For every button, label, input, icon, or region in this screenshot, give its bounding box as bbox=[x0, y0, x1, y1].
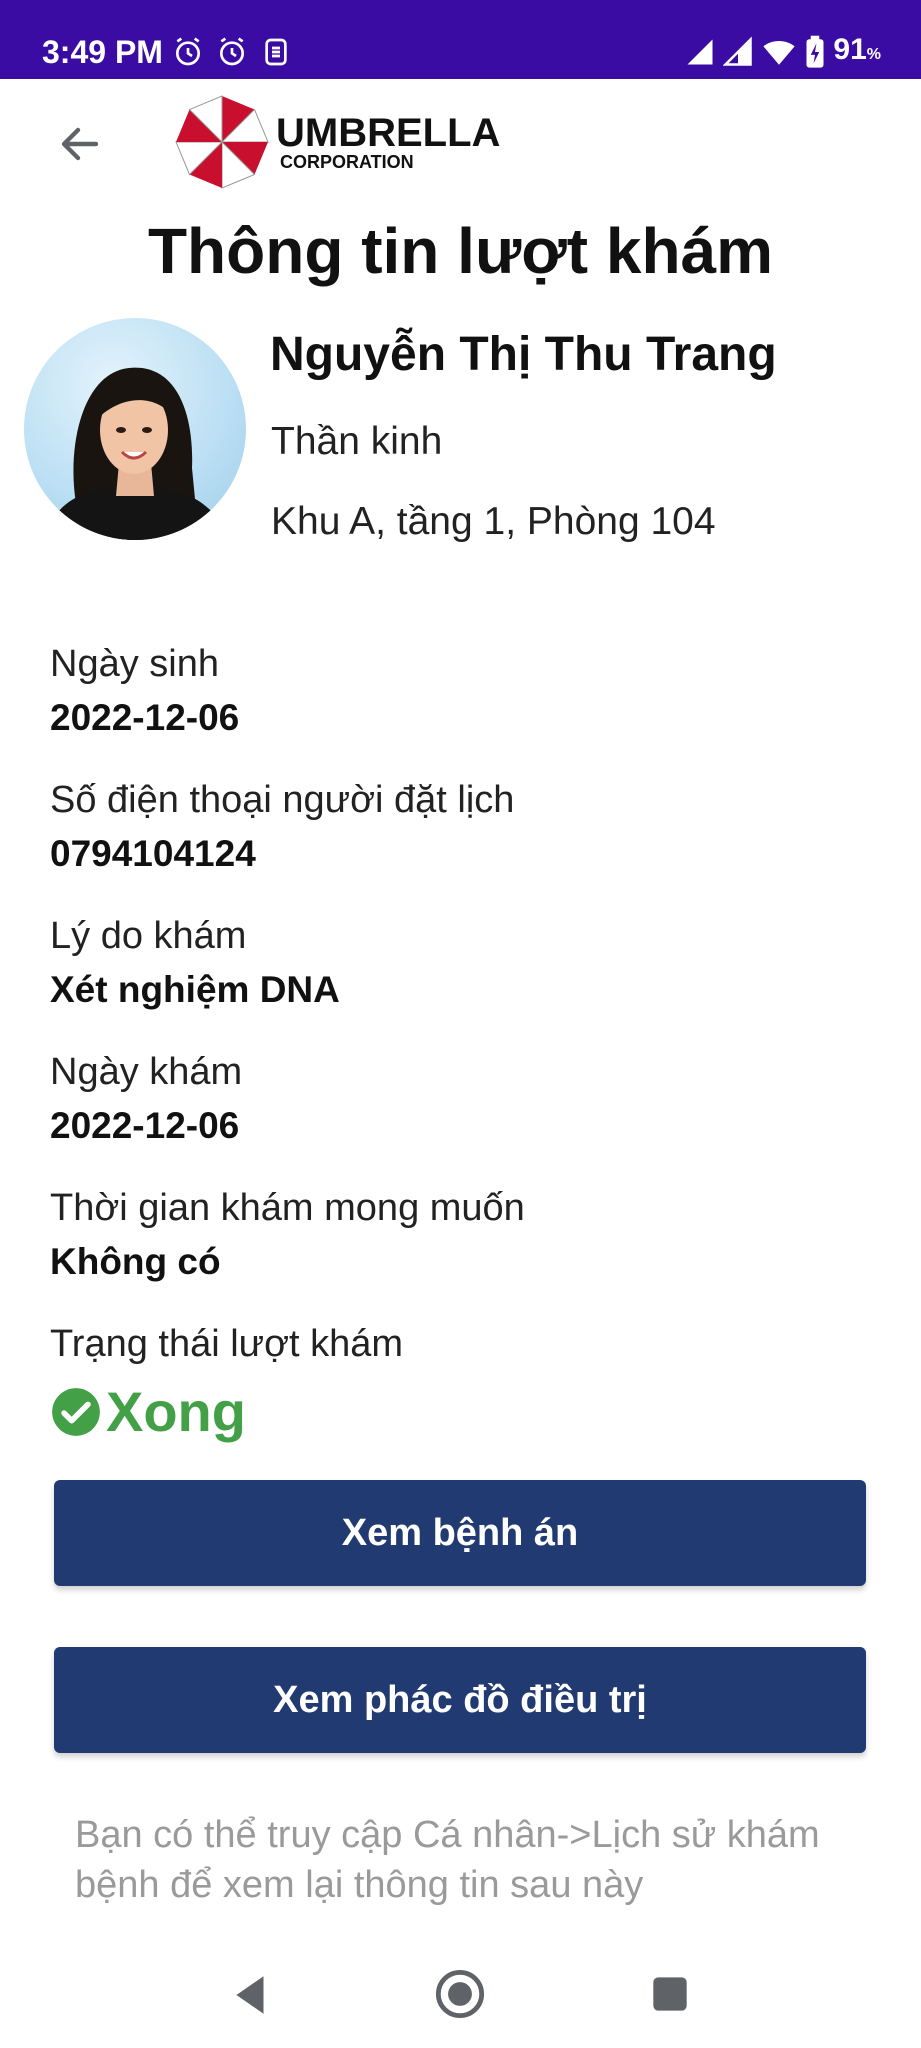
status-text: Xong bbox=[106, 1380, 246, 1443]
logo-subtitle: CORPORATION bbox=[280, 152, 414, 172]
screen: 3:49 PM 91% UMBRELLA CORPORATION Thông t… bbox=[0, 0, 921, 2048]
field-value: 2022-12-06 bbox=[50, 697, 240, 738]
field-value: 0794104124 bbox=[50, 833, 256, 874]
nav-home-icon[interactable] bbox=[434, 1968, 486, 2020]
field-label: Thời gian khám mong muốn bbox=[50, 1187, 525, 1229]
umbrella-logo: UMBRELLA CORPORATION bbox=[172, 92, 542, 192]
view-records-button[interactable]: Xem bệnh án bbox=[54, 1480, 866, 1586]
field-value: 2022-12-06 bbox=[50, 1105, 240, 1146]
field-phone: Số điện thoại người đặt lịch 0794104124 bbox=[50, 771, 870, 907]
sync-icon bbox=[265, 38, 287, 66]
field-label: Trạng thái lượt khám bbox=[50, 1323, 404, 1365]
signal-icon bbox=[687, 39, 713, 65]
check-circle-icon bbox=[52, 1388, 100, 1436]
field-value: Không có bbox=[50, 1241, 221, 1282]
battery-charging-icon bbox=[806, 35, 824, 68]
field-label: Số điện thoại người đặt lịch bbox=[50, 779, 515, 821]
field-label: Ngày khám bbox=[50, 1051, 243, 1093]
field-status: Trạng thái lượt khám Xong bbox=[50, 1315, 870, 1451]
signal-icon bbox=[723, 36, 753, 66]
field-dob: Ngày sinh 2022-12-06 bbox=[50, 635, 870, 771]
umbrella-emblem-icon bbox=[175, 95, 269, 189]
doctor-specialty: Thần kinh bbox=[271, 420, 443, 463]
status-bar: 3:49 PM 91% bbox=[0, 0, 921, 79]
status-icons-left bbox=[172, 34, 292, 70]
field-label: Ngày sinh bbox=[50, 643, 219, 685]
alarm-icon bbox=[220, 37, 244, 66]
back-button[interactable] bbox=[48, 112, 112, 176]
doctor-avatar bbox=[24, 318, 246, 540]
wifi-icon bbox=[763, 41, 795, 65]
alarm-icon bbox=[176, 37, 200, 66]
field-visit-date: Ngày khám 2022-12-06 bbox=[50, 1043, 870, 1179]
nav-back-icon[interactable] bbox=[226, 1970, 276, 2020]
view-treatment-button[interactable]: Xem phác đồ điều trị bbox=[54, 1647, 866, 1753]
nav-recents-icon[interactable] bbox=[650, 1974, 690, 2014]
page-title: Thông tin lượt khám bbox=[147, 215, 774, 287]
field-label: Lý do khám bbox=[50, 915, 247, 957]
field-reason: Lý do khám Xét nghiệm DNA bbox=[50, 907, 870, 1043]
battery-unit: % bbox=[866, 45, 881, 63]
status-badge: Xong bbox=[50, 1377, 870, 1447]
status-icons-right: 91% bbox=[685, 32, 881, 72]
doctor-room: Khu A, tầng 1, Phòng 104 bbox=[271, 500, 716, 543]
battery-percent: 91 bbox=[833, 32, 867, 66]
field-value: Xét nghiệm DNA bbox=[50, 969, 340, 1010]
battery-level: 91% bbox=[833, 32, 881, 73]
arrow-left-icon bbox=[61, 127, 99, 161]
visit-info-list: Ngày sinh 2022-12-06 Số điện thoại người… bbox=[50, 635, 870, 1451]
hint-text: Bạn có thể truy cập Cá nhân->Lịch sử khá… bbox=[75, 1814, 820, 1906]
system-nav-bar bbox=[0, 1940, 921, 2048]
avatar-portrait-icon bbox=[44, 367, 229, 540]
logo-wordmark: UMBRELLA bbox=[276, 111, 500, 155]
doctor-name: Nguyễn Thị Thu Trang bbox=[270, 328, 777, 381]
status-time: 3:49 PM bbox=[42, 34, 163, 70]
field-preferred-time: Thời gian khám mong muốn Không có bbox=[50, 1179, 870, 1315]
